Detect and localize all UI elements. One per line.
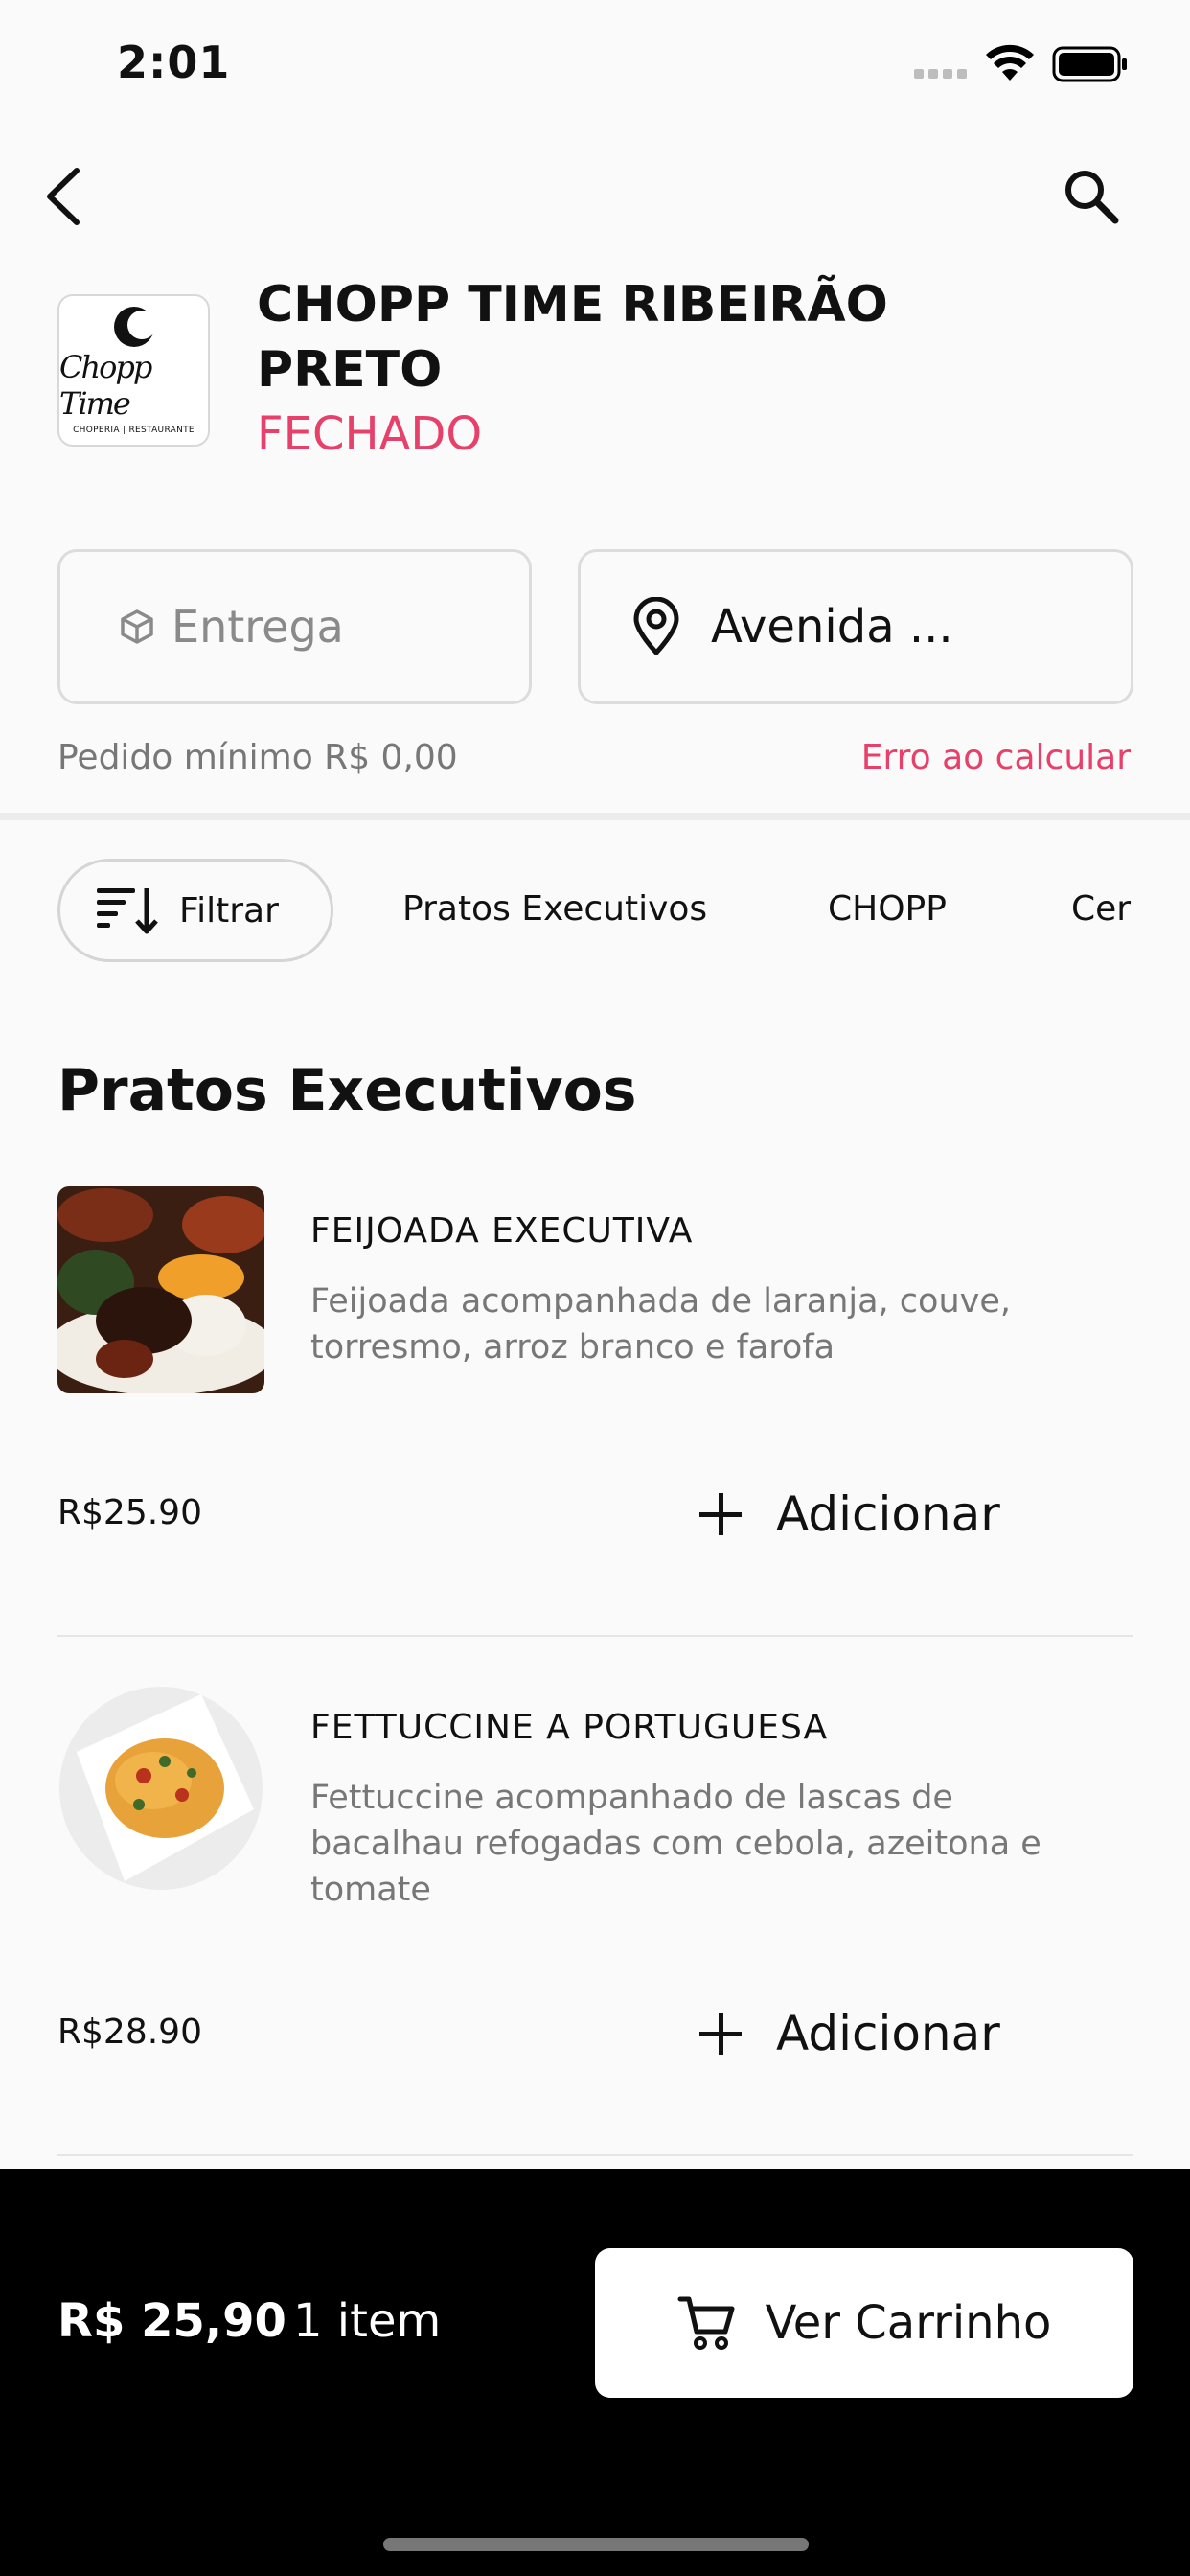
category-tab-chopp[interactable]: CHOPP: [828, 889, 947, 929]
plus-icon: [699, 1493, 742, 1535]
item-name: FEIJOADA EXECUTIVA: [310, 1211, 694, 1251]
section-divider: [0, 813, 1190, 820]
logo-brand: Chopp Time: [59, 348, 152, 422]
restaurant-name: CHOPP TIME RIBEIRÃO PRETO: [257, 276, 888, 399]
battery-icon: [1052, 46, 1127, 82]
add-item-button[interactable]: Adicionar: [699, 1476, 1000, 1552]
view-cart-label: Ver Carrinho: [765, 2296, 1052, 2350]
view-cart-button[interactable]: Ver Carrinho: [595, 2248, 1133, 2398]
item-name: FETTUCCINE A PORTUGUESA: [310, 1708, 829, 1747]
item-price: R$25.90: [57, 1493, 202, 1532]
plus-icon: [699, 2012, 742, 2055]
add-item-label: Adicionar: [776, 2006, 1000, 2061]
item-price: R$28.90: [57, 2012, 202, 2052]
cart-item-count: 1 item: [293, 2294, 442, 2348]
add-item-label: Adicionar: [776, 1486, 1000, 1542]
filter-button[interactable]: Filtrar: [57, 859, 333, 962]
restaurant-status: FECHADO: [257, 407, 483, 461]
restaurant-logo: Chopp Time CHOPERIA | RESTAURANTE: [57, 294, 210, 447]
item-description: Feijoada acompanhada de laranja, couve, …: [310, 1282, 1012, 1367]
logo-moon-icon: [113, 306, 156, 347]
box-icon: [121, 610, 153, 644]
item-description: Fettuccine acompanhado de lascas de baca…: [310, 1779, 1041, 1909]
item-divider: [57, 2154, 1133, 2156]
address-selector[interactable]: Avenida ...: [578, 549, 1133, 704]
delivery-mode-label: Entrega: [172, 601, 344, 653]
cellular-signal-icon: [914, 69, 967, 79]
search-icon[interactable]: [1060, 165, 1123, 228]
home-indicator: [383, 2538, 809, 2551]
cart-total: R$ 25,90: [57, 2294, 286, 2348]
filter-label: Filtrar: [179, 890, 279, 931]
feijoada-image[interactable]: [57, 1186, 264, 1393]
category-tab-cerveja[interactable]: Cer: [1071, 882, 1134, 939]
add-item-button[interactable]: Adicionar: [699, 1995, 1000, 2072]
delivery-fee-error: Erro ao calcular: [860, 738, 1131, 777]
status-time: 2:01: [117, 36, 231, 88]
category-tab-label: Cer: [1071, 889, 1132, 929]
shopping-cart-icon: [677, 2296, 735, 2350]
address-label: Avenida ...: [711, 600, 953, 654]
section-title: Pratos Executivos: [57, 1057, 637, 1124]
location-pin-icon: [633, 597, 679, 656]
minimum-order-text: Pedido mínimo R$ 0,00: [57, 738, 458, 777]
sort-filter-icon: [97, 888, 158, 934]
back-button[interactable]: [38, 163, 96, 230]
delivery-mode-selector[interactable]: Entrega: [57, 549, 532, 704]
category-tab-pratos-executivos[interactable]: Pratos Executivos: [402, 889, 707, 929]
logo-subtitle: CHOPERIA | RESTAURANTE: [73, 425, 195, 435]
fettuccine-image[interactable]: [57, 1685, 264, 1892]
item-divider: [57, 1635, 1133, 1637]
wifi-icon: [986, 44, 1034, 80]
